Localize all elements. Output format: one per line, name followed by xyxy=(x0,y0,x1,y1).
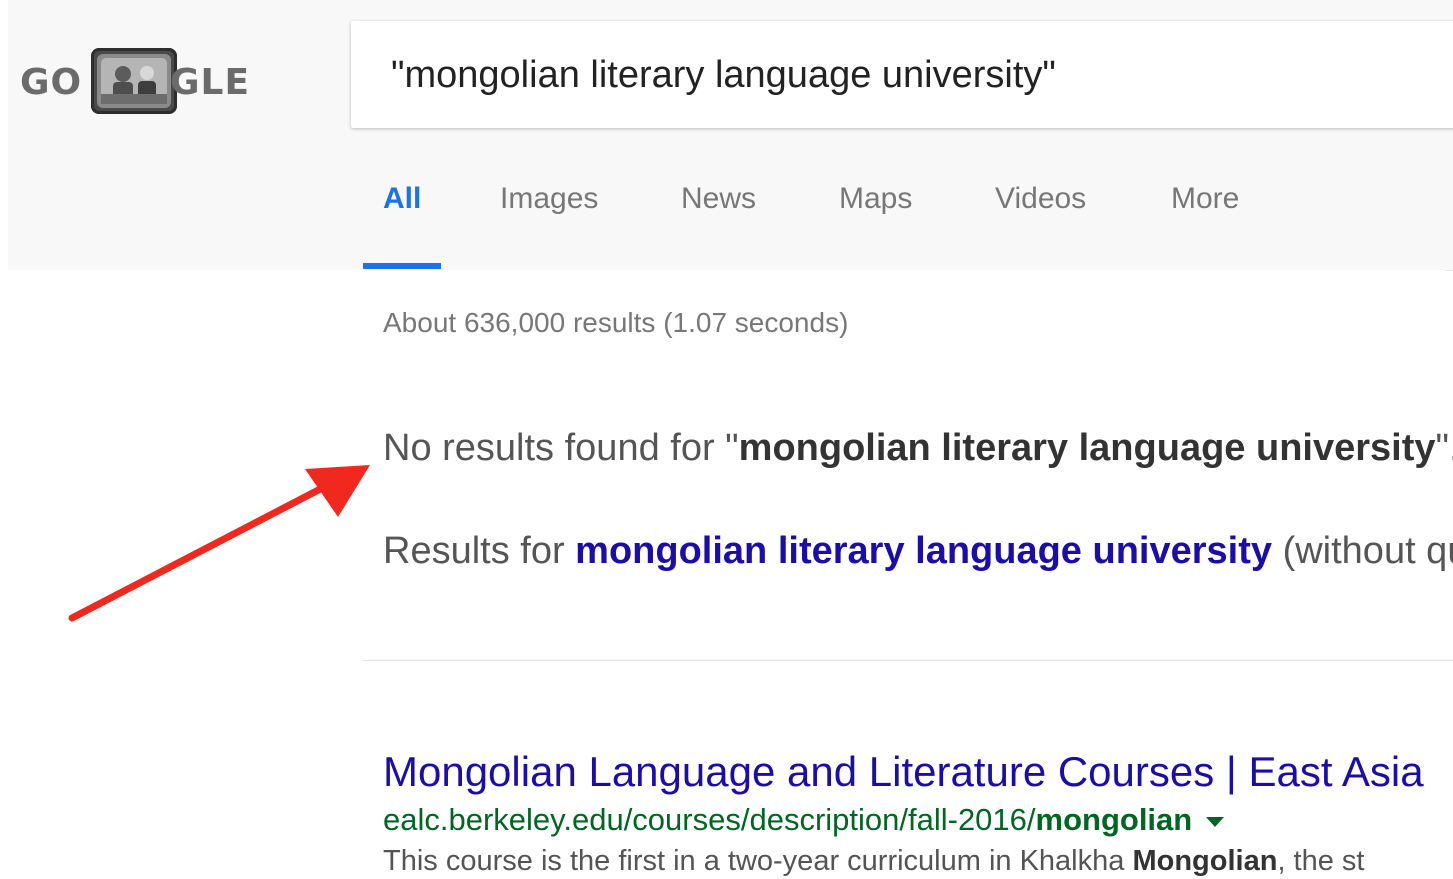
notice-prefix: No results found for " xyxy=(383,427,739,469)
tab-videos[interactable]: Videos xyxy=(995,182,1086,216)
snippet-bold: Mongolian xyxy=(1132,845,1278,877)
tab-maps[interactable]: Maps xyxy=(839,182,912,216)
logo-right-text: GLE xyxy=(170,62,251,103)
caret-down-icon[interactable] xyxy=(1206,816,1225,827)
tab-images[interactable]: Images xyxy=(500,182,598,216)
search-input[interactable] xyxy=(391,51,1451,99)
active-tab-indicator xyxy=(363,263,441,269)
results-for-notice: Results for mongolian literary language … xyxy=(383,530,1453,573)
snippet-suffix: , the st xyxy=(1277,845,1365,877)
result-stats: About 636,000 results (1.07 seconds) xyxy=(383,307,849,338)
results-for-prefix: Results for xyxy=(383,530,576,572)
tab-news[interactable]: News xyxy=(681,182,756,216)
result-url: ealc.berkeley.edu/courses/description/fa… xyxy=(383,802,1225,838)
retro-tv-doodle-icon xyxy=(91,48,177,114)
result-url-prefix: ealc.berkeley.edu/courses/description/fa… xyxy=(383,802,1036,837)
search-box[interactable] xyxy=(351,21,1453,128)
results-for-suffix: (without qu xyxy=(1272,530,1453,572)
result-title-link[interactable]: Mongolian Language and Literature Course… xyxy=(383,748,1424,796)
red-arrow-icon xyxy=(68,465,370,622)
tab-more[interactable]: More xyxy=(1171,182,1239,216)
result-snippet: This course is the first in a two-year c… xyxy=(383,845,1364,878)
unquoted-search-link[interactable]: mongolian literary language university xyxy=(575,530,1272,572)
header: GO GLE All Images News Maps xyxy=(8,0,1453,271)
google-doodle-logo[interactable]: GO GLE xyxy=(20,48,250,114)
notice-suffix: ". xyxy=(1435,427,1453,469)
divider xyxy=(363,660,1453,661)
no-results-notice: No results found for "mongolian literary… xyxy=(383,427,1453,470)
snippet-prefix: This course is the first in a two-year c… xyxy=(383,845,1133,877)
result-url-bold: mongolian xyxy=(1035,802,1193,837)
tab-all[interactable]: All xyxy=(383,182,421,216)
notice-query: mongolian literary language university xyxy=(738,427,1436,469)
logo-left-text: GO xyxy=(20,62,83,103)
page: GO GLE All Images News Maps xyxy=(0,0,1453,879)
